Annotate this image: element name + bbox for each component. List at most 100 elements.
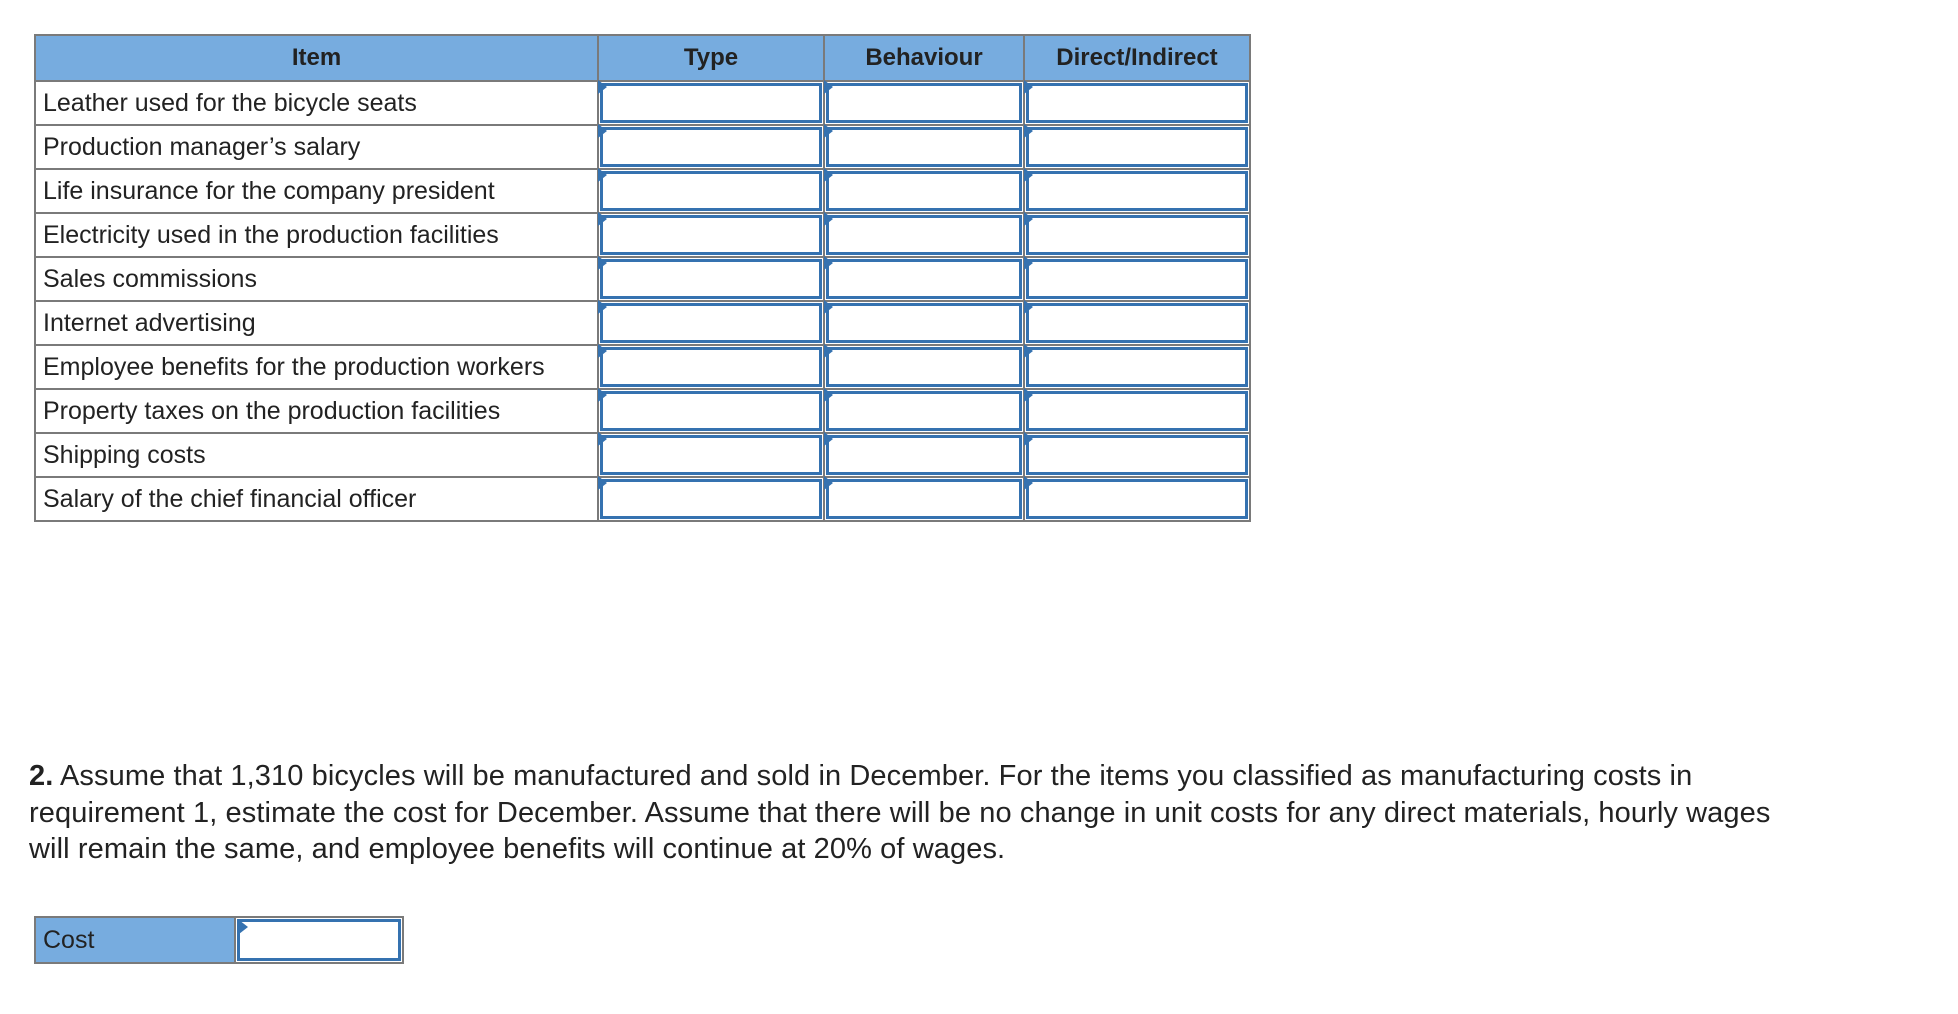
triangle-right-marker-icon: [824, 168, 833, 182]
header-type: Type: [597, 34, 825, 82]
table-row: Electricity used in the production facil…: [34, 212, 1251, 258]
type-dropdown[interactable]: [600, 303, 822, 343]
item-label: Property taxes on the production facilit…: [34, 388, 599, 434]
type-dropdown-cell: [597, 344, 825, 390]
item-label: Life insurance for the company president: [34, 168, 599, 214]
direct-indirect-dropdown[interactable]: [1026, 391, 1248, 431]
direct-indirect-dropdown-cell: [1023, 168, 1251, 214]
cost-cell: [236, 918, 402, 962]
behaviour-dropdown[interactable]: [826, 303, 1022, 343]
type-dropdown-cell: [597, 388, 825, 434]
cost-answer-row: Cost: [34, 916, 404, 964]
table-row: Sales commissions: [34, 256, 1251, 302]
triangle-right-marker-icon: [598, 388, 607, 402]
item-label: Production manager’s salary: [34, 124, 599, 170]
behaviour-dropdown[interactable]: [826, 479, 1022, 519]
behaviour-dropdown[interactable]: [826, 347, 1022, 387]
direct-indirect-dropdown[interactable]: [1026, 259, 1248, 299]
triangle-right-marker-icon: [598, 256, 607, 270]
triangle-right-marker-icon: [824, 212, 833, 226]
direct-indirect-dropdown[interactable]: [1026, 83, 1248, 123]
item-label: Salary of the chief financial officer: [34, 476, 599, 522]
direct-indirect-dropdown[interactable]: [1026, 215, 1248, 255]
triangle-right-marker-icon: [598, 80, 607, 94]
behaviour-dropdown-cell: [823, 300, 1025, 346]
direct-indirect-dropdown[interactable]: [1026, 127, 1248, 167]
direct-indirect-dropdown[interactable]: [1026, 171, 1248, 211]
behaviour-dropdown-cell: [823, 124, 1025, 170]
question-line-1-text: Assume that 1,310 bicycles will be manuf…: [53, 760, 1693, 792]
triangle-right-marker-icon: [824, 344, 833, 358]
direct-indirect-dropdown-cell: [1023, 388, 1251, 434]
triangle-right-marker-icon: [1024, 344, 1033, 358]
direct-indirect-dropdown[interactable]: [1026, 303, 1248, 343]
type-dropdown-cell: [597, 256, 825, 302]
direct-indirect-dropdown[interactable]: [1026, 435, 1248, 475]
triangle-right-marker-icon: [1024, 476, 1033, 490]
type-dropdown[interactable]: [600, 259, 822, 299]
behaviour-dropdown[interactable]: [826, 391, 1022, 431]
triangle-right-marker-icon: [598, 212, 607, 226]
question-line-1: 2. Assume that 1,310 bicycles will be ma…: [29, 758, 1954, 795]
type-dropdown[interactable]: [600, 215, 822, 255]
question-line-3: will remain the same, and employee benef…: [29, 833, 1006, 865]
type-dropdown[interactable]: [600, 83, 822, 123]
header-row: Item Type Behaviour Direct/Indirect: [34, 34, 1251, 82]
direct-indirect-dropdown-cell: [1023, 212, 1251, 258]
table-row: Internet advertising: [34, 300, 1251, 346]
behaviour-dropdown[interactable]: [826, 435, 1022, 475]
type-dropdown-cell: [597, 300, 825, 346]
triangle-right-marker-icon: [1024, 168, 1033, 182]
triangle-right-marker-icon: [824, 124, 833, 138]
triangle-right-marker-icon: [598, 344, 607, 358]
type-dropdown-cell: [597, 476, 825, 522]
table-row: Life insurance for the company president: [34, 168, 1251, 214]
triangle-right-marker-icon: [598, 476, 607, 490]
direct-indirect-dropdown[interactable]: [1026, 347, 1248, 387]
behaviour-dropdown[interactable]: [826, 83, 1022, 123]
behaviour-dropdown-cell: [823, 388, 1025, 434]
behaviour-dropdown-cell: [823, 212, 1025, 258]
behaviour-dropdown-cell: [823, 168, 1025, 214]
type-dropdown-cell: [597, 212, 825, 258]
triangle-right-marker-icon: [1024, 388, 1033, 402]
type-dropdown[interactable]: [600, 435, 822, 475]
triangle-right-marker-icon: [824, 256, 833, 270]
item-label: Employee benefits for the production wor…: [34, 344, 599, 390]
type-dropdown[interactable]: [600, 347, 822, 387]
triangle-right-marker-icon: [824, 300, 833, 314]
direct-indirect-dropdown-cell: [1023, 300, 1251, 346]
behaviour-dropdown-cell: [823, 256, 1025, 302]
type-dropdown[interactable]: [600, 479, 822, 519]
behaviour-dropdown[interactable]: [826, 215, 1022, 255]
triangle-right-marker-icon: [1024, 212, 1033, 226]
table-row: Shipping costs: [34, 432, 1251, 478]
direct-indirect-dropdown-cell: [1023, 432, 1251, 478]
type-dropdown[interactable]: [600, 127, 822, 167]
triangle-right-marker-icon: [824, 432, 833, 446]
behaviour-dropdown-cell: [823, 432, 1025, 478]
type-dropdown-cell: [597, 124, 825, 170]
triangle-right-marker-icon: [598, 300, 607, 314]
table-row: Production manager’s salary: [34, 124, 1251, 170]
type-dropdown[interactable]: [600, 391, 822, 431]
behaviour-dropdown[interactable]: [826, 171, 1022, 211]
cost-input[interactable]: [237, 919, 401, 961]
table-row: Salary of the chief financial officer: [34, 476, 1251, 522]
cost-label: Cost: [36, 918, 236, 962]
type-dropdown-cell: [597, 168, 825, 214]
behaviour-dropdown[interactable]: [826, 259, 1022, 299]
direct-indirect-dropdown-cell: [1023, 80, 1251, 126]
question-line-2: requirement 1, estimate the cost for Dec…: [29, 796, 1771, 829]
direct-indirect-dropdown-cell: [1023, 256, 1251, 302]
behaviour-dropdown-cell: [823, 80, 1025, 126]
table-row: Employee benefits for the production wor…: [34, 344, 1251, 390]
item-label: Sales commissions: [34, 256, 599, 302]
triangle-right-marker-icon: [824, 80, 833, 94]
type-dropdown[interactable]: [600, 171, 822, 211]
direct-indirect-dropdown-cell: [1023, 344, 1251, 390]
direct-indirect-dropdown[interactable]: [1026, 479, 1248, 519]
item-label: Electricity used in the production facil…: [34, 212, 599, 258]
triangle-right-marker-icon: [598, 124, 607, 138]
behaviour-dropdown[interactable]: [826, 127, 1022, 167]
